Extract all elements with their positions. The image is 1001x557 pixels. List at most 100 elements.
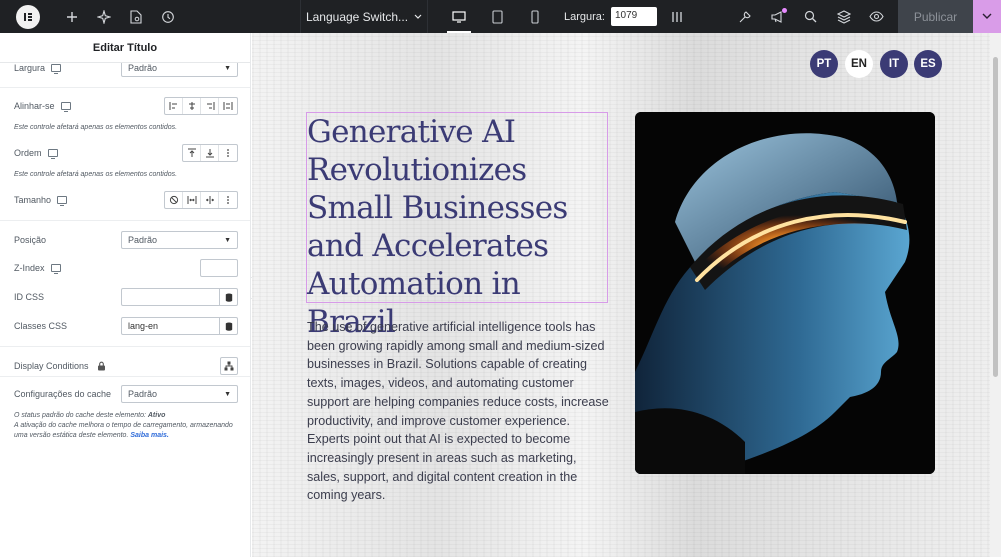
size-none-button[interactable]: [165, 192, 183, 208]
tablet-mode-button[interactable]: [478, 0, 516, 33]
align-end-button[interactable]: [201, 98, 219, 114]
css-id-input[interactable]: [121, 288, 238, 306]
size-label: Tamanho: [14, 195, 52, 205]
order-label: Ordem: [14, 148, 42, 158]
lang-button-it[interactable]: IT: [880, 50, 908, 78]
lang-button-en[interactable]: EN: [845, 50, 873, 78]
layers-icon: [836, 9, 851, 24]
size-label-group: Tamanho: [14, 195, 68, 206]
align-end-icon: [206, 102, 214, 110]
align-start-icon: [169, 102, 177, 110]
ai-button[interactable]: [88, 0, 120, 33]
notifications-button[interactable]: [761, 0, 794, 33]
display-conditions-control: Display Conditions: [14, 357, 238, 375]
css-id-control: ID CSS: [14, 288, 238, 306]
css-classes-input[interactable]: lang-en: [121, 317, 238, 335]
document-title-dropdown[interactable]: Language Switch...: [300, 0, 428, 33]
width-control-label: Largura: [14, 63, 46, 73]
page-settings-button[interactable]: [120, 0, 152, 33]
dynamic-tags-button[interactable]: [219, 288, 237, 306]
more-vertical-icon: [227, 196, 229, 204]
caret-down-icon: ▼: [224, 64, 231, 72]
hero-image[interactable]: [635, 112, 935, 474]
preview-canvas: PT EN IT ES Generative AI Revolutionizes…: [252, 33, 990, 557]
size-more-button[interactable]: [219, 192, 237, 208]
caret-down-icon: ▼: [224, 390, 231, 398]
zindex-label: Z-Index: [14, 263, 45, 273]
expand-horizontal-icon: [187, 196, 196, 204]
align-self-label: Alinhar-se: [14, 101, 55, 111]
desktop-icon: [50, 264, 61, 274]
cache-note-status: Ativo: [147, 412, 166, 419]
align-self-note: Este controle afetará apenas os elemento…: [14, 124, 178, 131]
ban-icon: [169, 195, 178, 205]
cache-note: O status padrão do cache deste elemento:…: [14, 411, 238, 441]
position-control: Posição Padrão ▼: [14, 231, 238, 249]
display-conditions-label: Display Conditions: [14, 361, 89, 371]
display-conditions-button[interactable]: [220, 357, 238, 375]
toolbar-right-group: [728, 0, 893, 33]
desktop-icon: [51, 64, 62, 74]
structure-button[interactable]: [827, 0, 860, 33]
css-id-label: ID CSS: [14, 292, 45, 302]
size-buttons: [164, 191, 238, 209]
align-stretch-icon: [223, 102, 233, 110]
align-stretch-button[interactable]: [219, 98, 237, 114]
document-title: Language Switch...: [305, 9, 409, 24]
vr-headset-portrait-illustration: [635, 112, 935, 474]
desktop-icon: [57, 196, 68, 206]
dynamic-tags-button[interactable]: [219, 317, 237, 335]
article-body[interactable]: The use of generative artificial intelli…: [307, 318, 612, 505]
notification-dot: [782, 8, 787, 13]
desktop-mode-button[interactable]: [440, 0, 478, 33]
mobile-mode-button[interactable]: [516, 0, 554, 33]
breakpoints-icon: [672, 11, 682, 22]
order-control: Ordem: [14, 144, 238, 162]
editor-panel: Editar Título Largura Padrão ▼ Alinhar-s…: [0, 33, 251, 557]
add-element-button[interactable]: [56, 0, 88, 33]
align-start-button[interactable]: [165, 98, 183, 114]
canvas-width-input[interactable]: 1079: [611, 7, 657, 26]
elementor-logo-icon: [16, 4, 40, 29]
lock-icon: [97, 361, 105, 371]
lang-button-es[interactable]: ES: [914, 50, 942, 78]
order-more-button[interactable]: [219, 145, 237, 161]
position-label: Posição: [14, 235, 47, 245]
divider: [0, 87, 250, 88]
tablet-icon: [491, 9, 503, 24]
breakpoints-button[interactable]: [666, 0, 688, 33]
canvas-scrollbar[interactable]: [990, 33, 1001, 557]
zindex-input[interactable]: [200, 259, 238, 277]
cache-select[interactable]: Padrão ▼: [121, 385, 238, 403]
mobile-icon: [531, 9, 539, 24]
align-center-button[interactable]: [183, 98, 201, 114]
scrollbar-thumb[interactable]: [993, 57, 998, 377]
order-last-button[interactable]: [201, 145, 219, 161]
position-select-value: Padrão: [128, 235, 158, 245]
cache-learn-more-link[interactable]: Saiba mais.: [130, 432, 169, 439]
position-select[interactable]: Padrão ▼: [121, 231, 238, 249]
lang-button-pt[interactable]: PT: [810, 50, 838, 78]
align-center-icon: [188, 102, 195, 110]
publish-button[interactable]: Publicar: [898, 0, 973, 33]
width-select-value: Padrão: [128, 63, 158, 73]
size-shrink-button[interactable]: [201, 192, 219, 208]
size-grow-button[interactable]: [183, 192, 201, 208]
wrench-icon: [739, 10, 751, 22]
preview-button[interactable]: [860, 0, 893, 33]
cache-control: Configurações do cache Padrão ▼: [14, 385, 238, 403]
width-label: Largura:: [564, 10, 605, 23]
order-buttons: [182, 144, 238, 162]
desktop-icon: [452, 10, 466, 23]
site-settings-button[interactable]: [728, 0, 761, 33]
order-first-button[interactable]: [183, 145, 201, 161]
publish-options-button[interactable]: [973, 0, 1001, 33]
article-headline[interactable]: Generative AI Revolutionizes Small Busin…: [307, 113, 607, 341]
align-self-control: Alinhar-se: [14, 97, 238, 115]
history-button[interactable]: [152, 0, 184, 33]
search-button[interactable]: [794, 0, 827, 33]
arrow-to-bottom-icon: [205, 149, 214, 158]
width-control-label-group: Largura: [14, 63, 62, 74]
elementor-menu-button[interactable]: [0, 0, 56, 33]
database-icon: [225, 293, 232, 302]
